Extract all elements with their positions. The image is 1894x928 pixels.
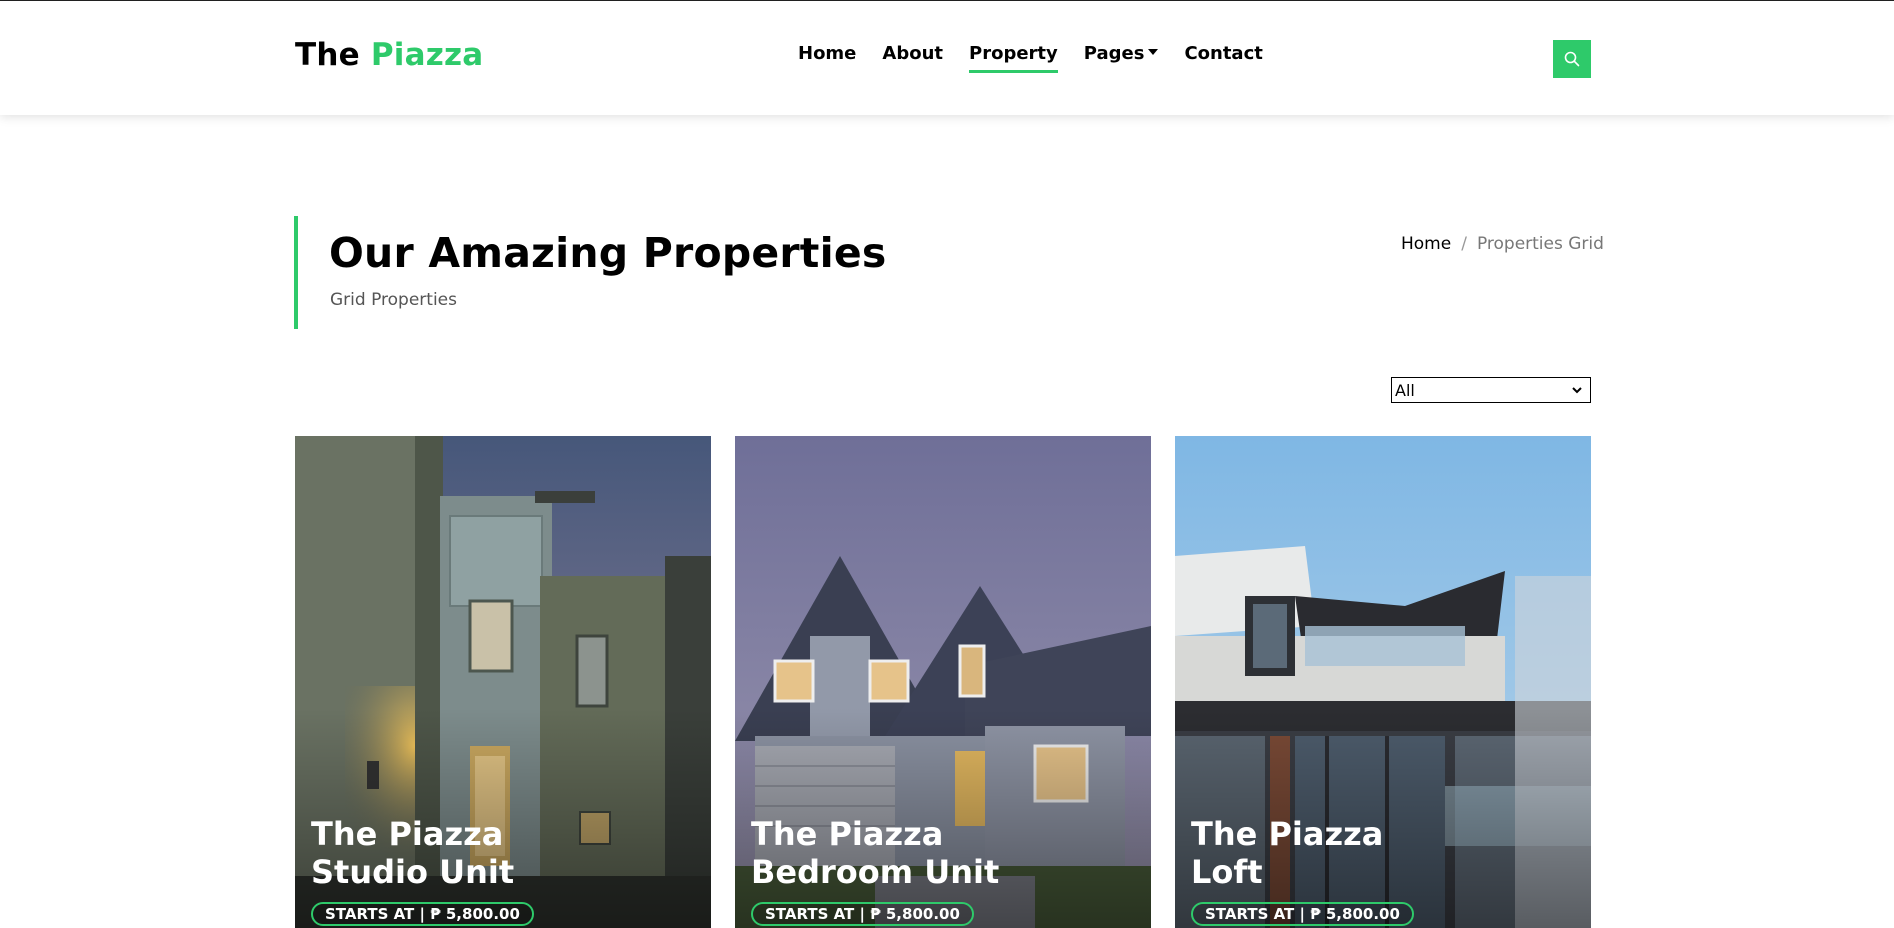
- page-subtitle: Grid Properties: [330, 290, 457, 310]
- breadcrumb-separator: /: [1461, 234, 1467, 254]
- property-title: The Piazza Bedroom Unit: [751, 815, 1131, 891]
- price-badge: STARTS AT | ₱ 5,800.00: [751, 902, 974, 926]
- price-badge: STARTS AT | ₱ 5,800.00: [1191, 902, 1414, 926]
- chevron-down-icon: [1572, 387, 1582, 394]
- property-title: The Piazza Studio Unit: [311, 815, 691, 891]
- nav-home[interactable]: Home: [798, 43, 856, 64]
- nav-about[interactable]: About: [882, 43, 943, 64]
- nav-property[interactable]: Property: [969, 43, 1058, 73]
- breadcrumb-current: Properties Grid: [1476, 234, 1604, 254]
- nav-pages-label: Pages: [1083, 43, 1145, 64]
- search-icon: [1564, 51, 1580, 67]
- search-button[interactable]: [1553, 40, 1591, 78]
- intro-accent-bar: [294, 216, 298, 329]
- brand-accent: Piazza: [370, 37, 484, 73]
- caret-down-icon: [1148, 49, 1159, 55]
- property-title-line2: Loft: [1191, 853, 1263, 891]
- breadcrumb-home[interactable]: Home: [1401, 234, 1451, 254]
- page-title: Our Amazing Properties: [329, 229, 887, 277]
- brand-prefix: The: [295, 37, 360, 73]
- property-card-loft[interactable]: The Piazza Loft STARTS AT | ₱ 5,800.00: [1175, 436, 1591, 928]
- property-title-line1: The Piazza: [751, 815, 944, 853]
- property-title-line1: The Piazza: [311, 815, 504, 853]
- breadcrumb: Home / Properties Grid: [1401, 234, 1604, 254]
- property-title-line2: Studio Unit: [311, 853, 515, 891]
- main-nav: Home About Property Pages Contact: [798, 43, 1289, 73]
- site-header: The Piazza Home About Property Pages Con…: [0, 1, 1894, 115]
- property-filter-select[interactable]: All: [1391, 377, 1591, 403]
- property-card-bedroom[interactable]: The Piazza Bedroom Unit STARTS AT | ₱ 5,…: [735, 436, 1151, 928]
- property-title-line1: The Piazza: [1191, 815, 1384, 853]
- nav-pages-dropdown[interactable]: Pages: [1084, 43, 1159, 64]
- property-card-studio[interactable]: The Piazza Studio Unit STARTS AT | ₱ 5,8…: [295, 436, 711, 928]
- property-title: The Piazza Loft: [1191, 815, 1571, 891]
- nav-contact[interactable]: Contact: [1184, 43, 1262, 64]
- filter-selected-value: All: [1395, 380, 1415, 400]
- property-title-line2: Bedroom Unit: [751, 853, 1000, 891]
- price-badge: STARTS AT | ₱ 5,800.00: [311, 902, 534, 926]
- brand-logo[interactable]: The Piazza: [295, 37, 483, 73]
